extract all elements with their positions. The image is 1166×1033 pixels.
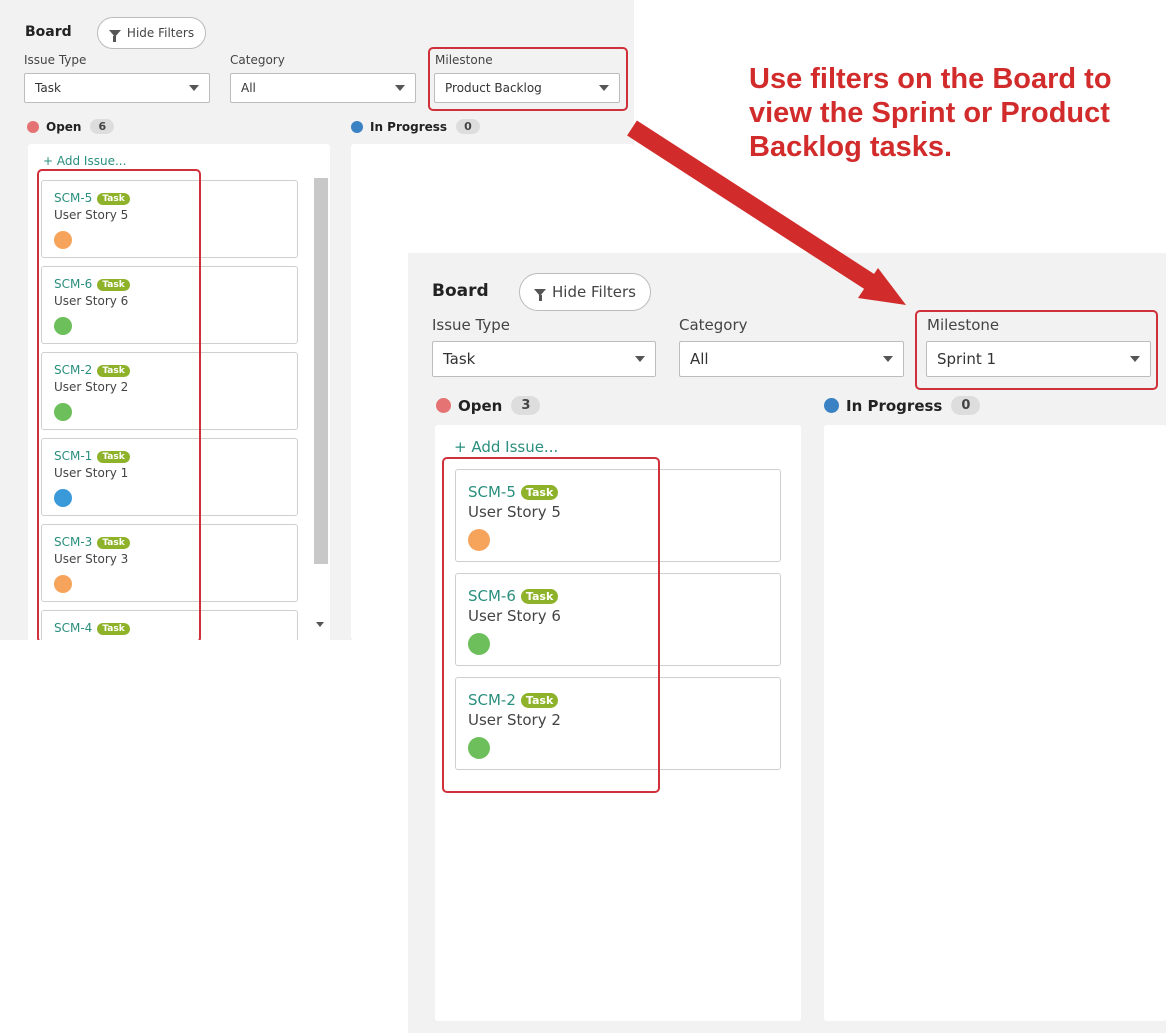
red-arrow	[627, 120, 906, 305]
arrow-shaft	[627, 120, 875, 290]
